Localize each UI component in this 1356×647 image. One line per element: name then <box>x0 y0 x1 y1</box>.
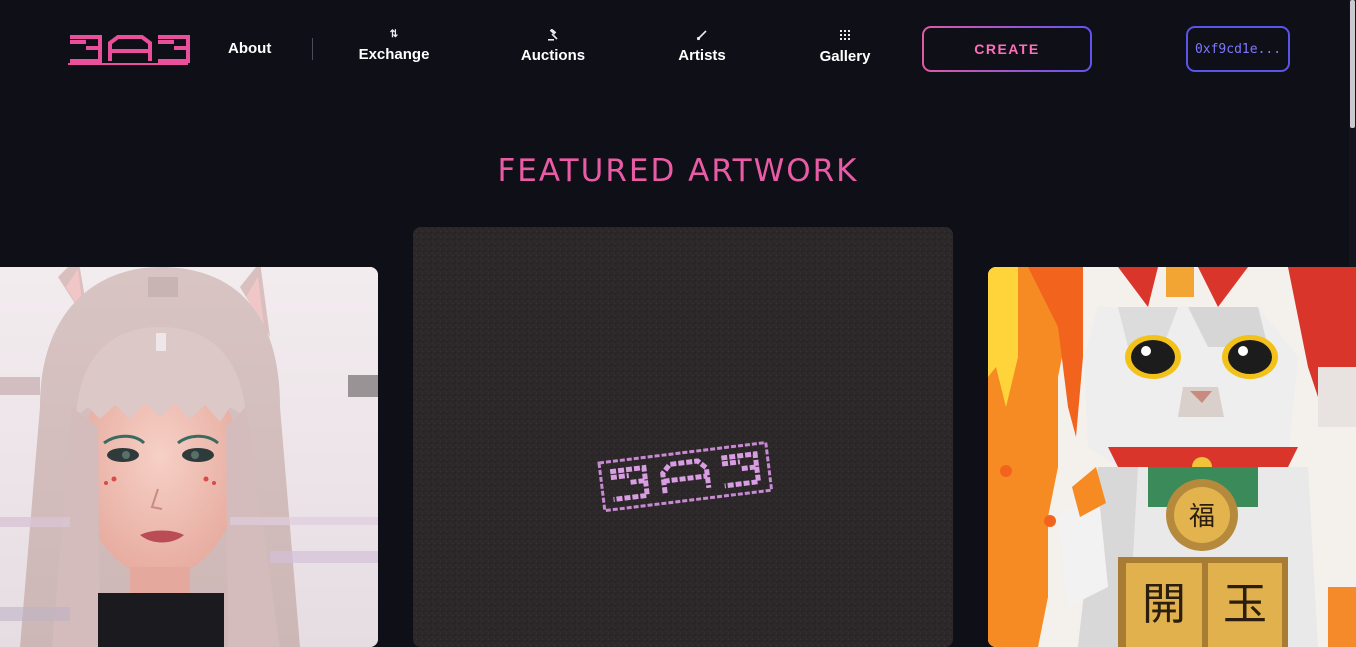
nav-auctions-label: Auctions <box>520 47 586 64</box>
svg-text:玉: 玉 <box>1223 579 1267 630</box>
grid-icon <box>818 30 872 44</box>
svg-text:開: 開 <box>1142 579 1186 630</box>
nav-exchange-label: Exchange <box>358 46 430 63</box>
glitch-portrait-artwork <box>0 267 378 647</box>
nav-artists-label: Artists <box>678 47 726 64</box>
nav-divider <box>312 38 313 60</box>
nav-exchange[interactable]: ⇅ Exchange <box>358 28 430 63</box>
nav-gallery-label: Gallery <box>819 48 871 65</box>
nav-auctions[interactable]: Auctions <box>520 28 586 64</box>
nav-gallery[interactable]: Gallery <box>818 28 872 65</box>
scrollbar-thumb[interactable] <box>1350 0 1355 128</box>
exchange-arrows-icon: ⇅ <box>389 29 399 40</box>
site-logo[interactable] <box>66 31 190 67</box>
svg-text:福: 福 <box>1189 502 1215 532</box>
nav-about[interactable]: About <box>228 40 271 57</box>
wallet-address-button[interactable]: 0xf9cd1e... <box>1186 26 1290 72</box>
bab-logo-artwork <box>413 227 953 647</box>
featured-artwork-title: FEATURED ARTWORK <box>497 153 859 189</box>
nav-artists[interactable]: Artists <box>676 28 728 64</box>
artwork-card-center[interactable] <box>413 227 953 647</box>
gavel-icon <box>520 29 586 43</box>
brush-icon <box>676 29 728 43</box>
artwork-card-right[interactable]: 福 開 玉 <box>988 267 1356 647</box>
artwork-card-left[interactable] <box>0 267 378 647</box>
lucky-cat-artwork: 福 開 玉 <box>988 267 1356 647</box>
create-button[interactable]: CREATE <box>922 26 1092 72</box>
